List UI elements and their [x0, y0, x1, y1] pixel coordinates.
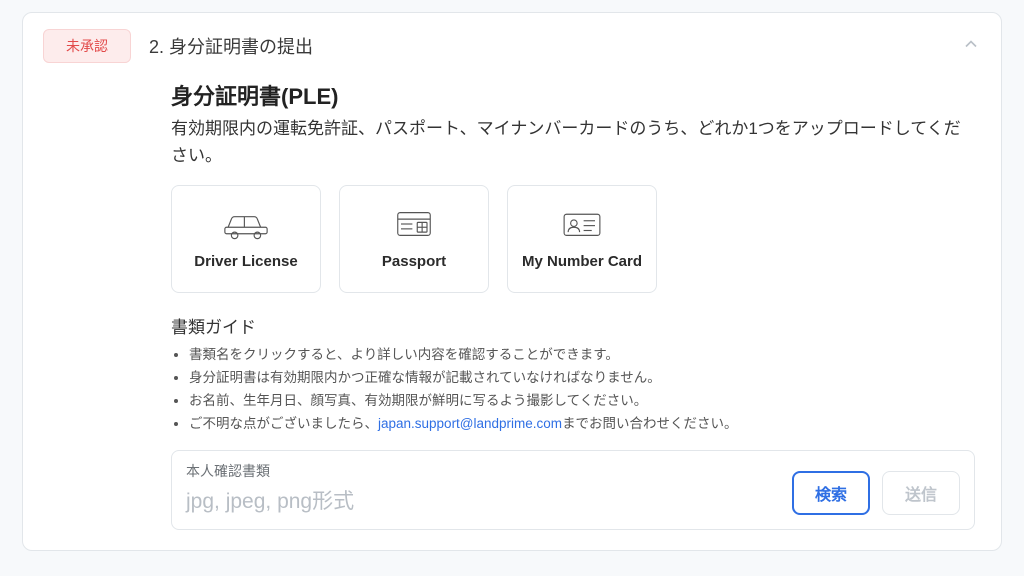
submit-button[interactable]: 送信 [882, 471, 960, 515]
guide-item: 身分証明書は有効期限内かつ正確な情報が記載されていなければなりません。 [189, 367, 975, 390]
panel-header[interactable]: 未承認 2. 身分証明書の提出 [43, 29, 981, 63]
section-title: 身分証明書(PLE) [171, 79, 975, 111]
support-email-link[interactable]: japan.support@landprime.com [378, 416, 562, 431]
doc-option-driver-license[interactable]: Driver License [171, 185, 321, 293]
chevron-up-icon[interactable] [961, 34, 981, 58]
step-title: 2. 身分証明書の提出 [149, 33, 313, 59]
doc-option-label: Driver License [194, 253, 297, 271]
status-badge: 未承認 [43, 29, 131, 63]
browse-button[interactable]: 検索 [792, 471, 870, 515]
section-lead: 有効期限内の運転免許証、パスポート、マイナンバーカードのうち、どれか1つをアップ… [171, 115, 975, 169]
doc-option-my-number-card[interactable]: My Number Card [507, 185, 657, 293]
id-card-icon [556, 207, 608, 245]
guide-item: お名前、生年月日、顔写真、有効期限が鮮明に写るよう撮影してください。 [189, 390, 975, 413]
doc-option-label: My Number Card [522, 253, 642, 271]
guide-item-contact: ご不明な点がございましたら、japan.support@landprime.co… [189, 413, 975, 436]
guide-list: 書類名をクリックすると、より詳しい内容を確認することができます。 身分証明書は有… [171, 344, 975, 436]
passport-icon [388, 207, 440, 245]
upload-placeholder: jpg, jpeg, png形式 [186, 485, 780, 515]
upload-row: 本人確認書類 jpg, jpeg, png形式 検索 送信 [171, 450, 975, 530]
id-submission-panel: 未承認 2. 身分証明書の提出 身分証明書(PLE) 有効期限内の運転免許証、パ… [22, 12, 1002, 551]
upload-label: 本人確認書類 [186, 461, 780, 481]
doc-option-passport[interactable]: Passport [339, 185, 489, 293]
document-options: Driver License Passport [171, 185, 975, 293]
car-icon [220, 207, 272, 245]
guide-heading: 書類ガイド [171, 313, 975, 338]
guide-item: 書類名をクリックすると、より詳しい内容を確認することができます。 [189, 344, 975, 367]
panel-body: 身分証明書(PLE) 有効期限内の運転免許証、パスポート、マイナンバーカードのう… [43, 63, 981, 530]
upload-field[interactable]: 本人確認書類 jpg, jpeg, png形式 [186, 461, 780, 515]
doc-option-label: Passport [382, 253, 446, 271]
guide-contact-prefix: ご不明な点がございましたら、 [189, 416, 378, 431]
guide-contact-suffix: までお問い合わせください。 [562, 416, 738, 431]
